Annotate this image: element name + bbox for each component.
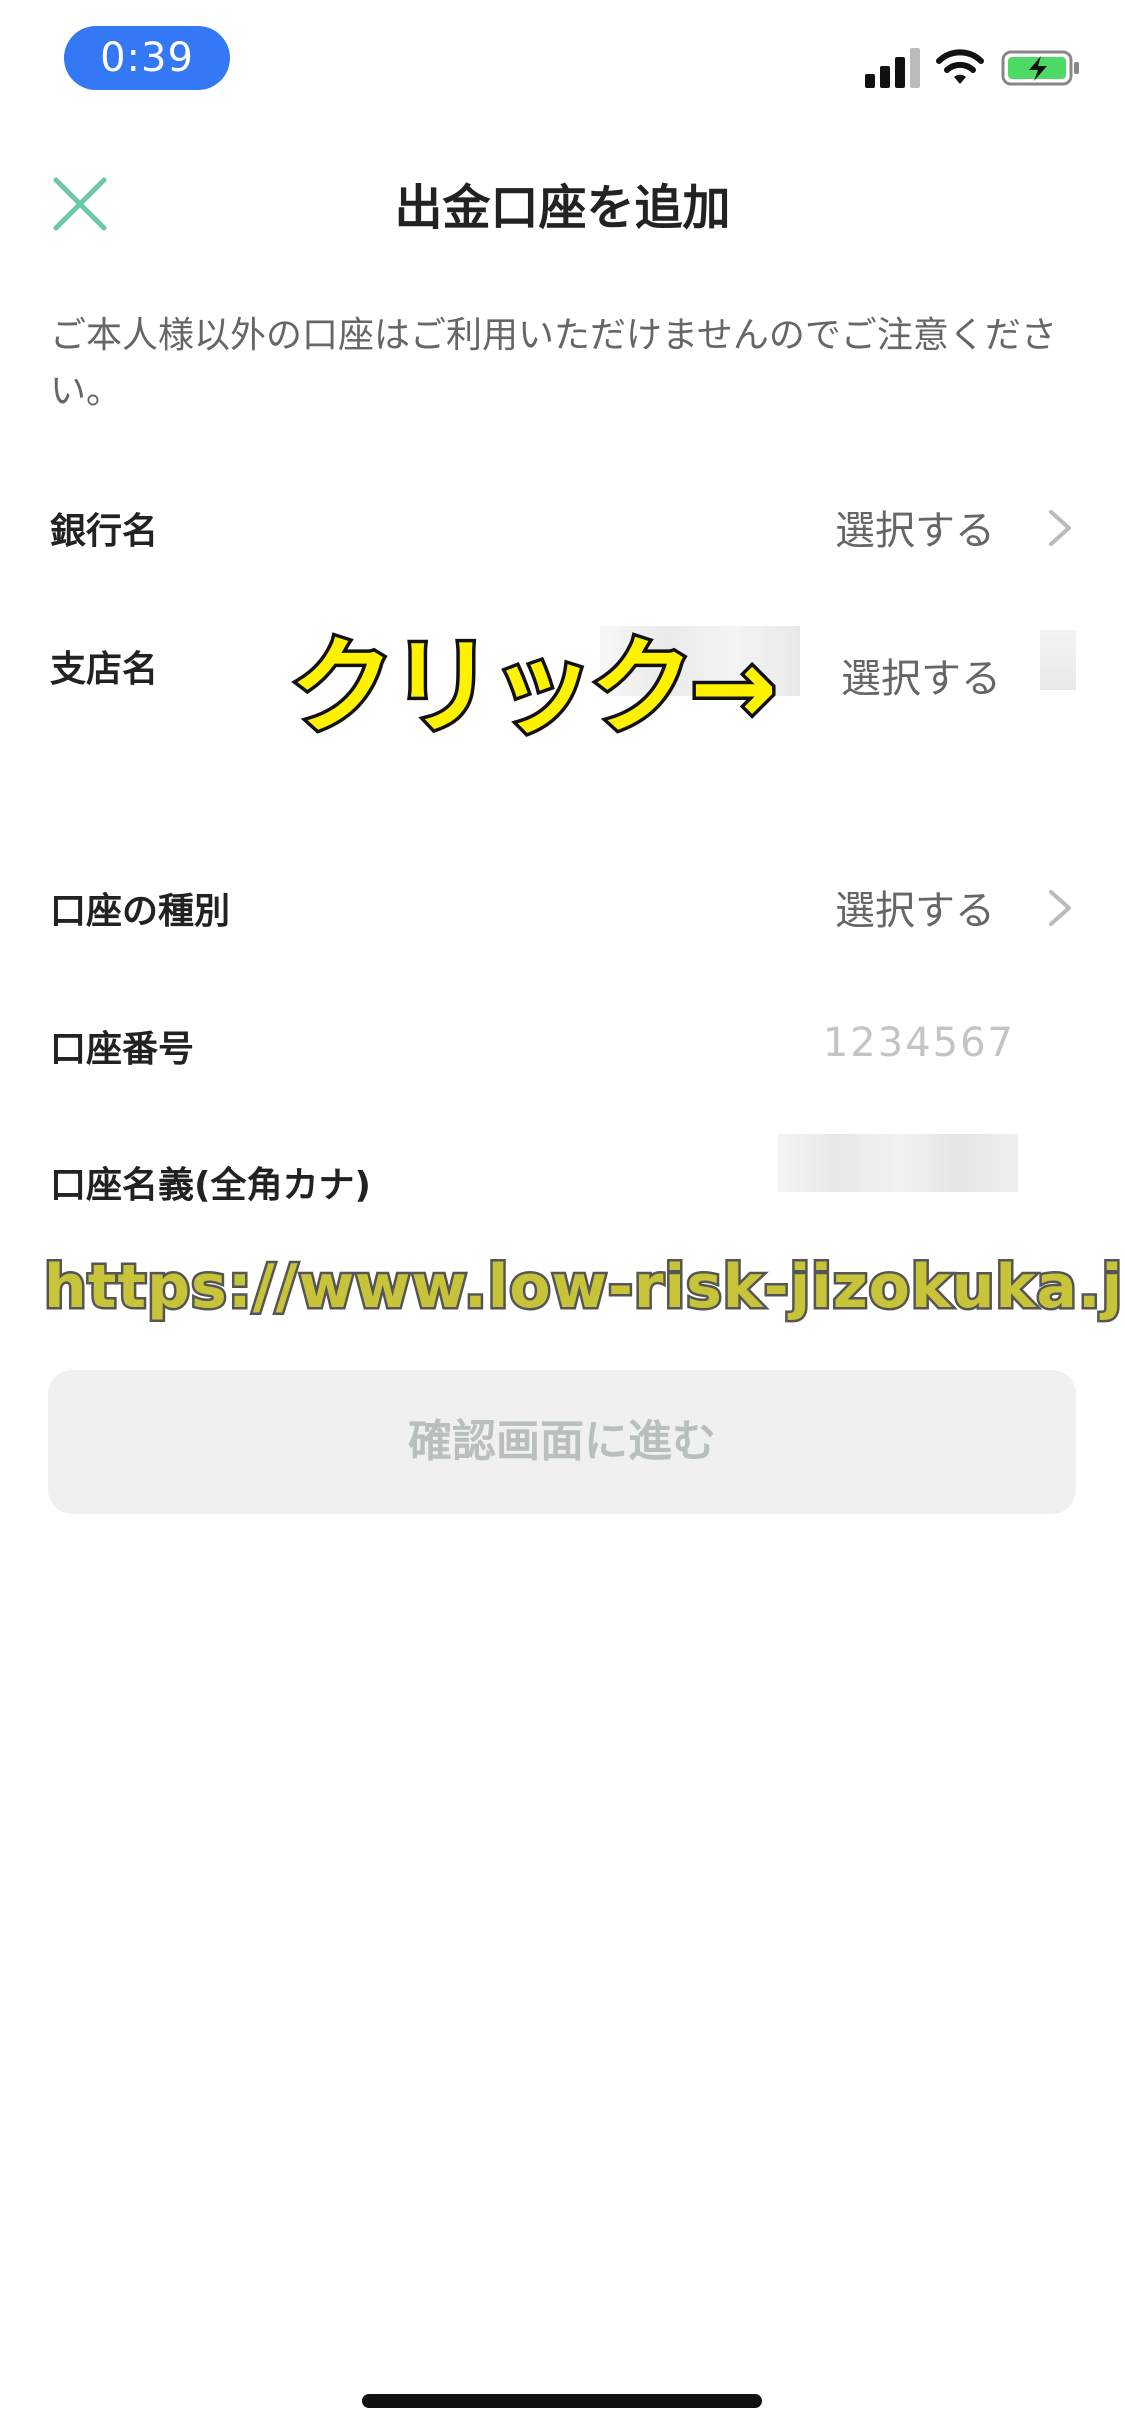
- blurred-branch-chevron: [1040, 630, 1076, 690]
- screen: 0:39 出金口座を追加 ご本人様以外の口座はご利用いただけませんのでご注意くだ…: [0, 0, 1125, 2436]
- page-title: 出金口座を追加: [394, 180, 731, 236]
- chevron-right-icon: [1049, 510, 1071, 546]
- watermark-url: https://www.low-risk-jizokuka.jp/: [41, 1250, 1125, 1325]
- chevron-right-icon: [1049, 890, 1071, 926]
- confirm-button[interactable]: 確認画面に進む: [48, 1370, 1076, 1514]
- account-number-input[interactable]: 1234567: [823, 1020, 1015, 1066]
- battery-charging-icon: [1001, 50, 1079, 86]
- home-indicator: [362, 2394, 762, 2408]
- click-annotation: クリック→: [286, 623, 780, 752]
- status-icons: [865, 48, 1085, 88]
- bank-row[interactable]: 銀行名 選択する: [0, 472, 1125, 582]
- status-bar: 0:39: [0, 0, 1125, 120]
- account-type-select-value[interactable]: 選択する: [835, 878, 995, 936]
- account-holder-label: 口座名義(全角カナ): [50, 1165, 371, 1206]
- nav-bar: 出金口座を追加: [0, 140, 1125, 260]
- branch-select-value[interactable]: 選択する: [841, 646, 1001, 704]
- branch-label: 支店名: [50, 649, 159, 690]
- account-type-row[interactable]: 口座の種別 選択する: [0, 852, 1125, 962]
- bank-select-value[interactable]: 選択する: [835, 498, 995, 556]
- account-type-label: 口座の種別: [50, 891, 231, 932]
- status-time: 0:39: [64, 26, 230, 90]
- account-number-row: 口座番号 1234567: [0, 990, 1125, 1100]
- signal-icon: [865, 48, 920, 88]
- account-number-label: 口座番号: [50, 1029, 195, 1070]
- wifi-icon: [936, 49, 984, 84]
- notice-text: ご本人様以外の口座はご利用いただけませんのでご注意ください。: [50, 315, 1057, 412]
- bank-label: 銀行名: [50, 511, 159, 552]
- account-holder-input[interactable]: [778, 1134, 1018, 1192]
- account-holder-row: 口座名義(全角カナ): [0, 1126, 1125, 1236]
